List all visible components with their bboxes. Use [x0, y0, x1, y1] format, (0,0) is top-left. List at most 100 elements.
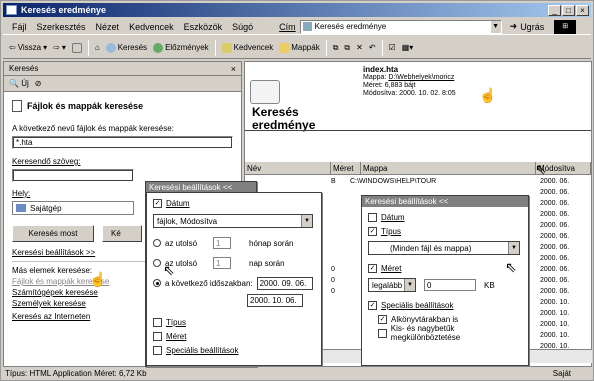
new-search-button[interactable]: 🔍 Új	[9, 79, 29, 88]
last-months-radio[interactable]	[153, 239, 161, 247]
advanced-checkbox[interactable]	[153, 345, 162, 355]
advanced-checkbox-2[interactable]: ✓	[368, 300, 377, 310]
banner-divider	[245, 130, 591, 131]
advanced-checkbox-row[interactable]: Speciális beállítások	[153, 343, 315, 357]
case-row[interactable]: Kis- és nagybetűk megkülönböztetése	[368, 324, 522, 342]
toolbar-separator	[87, 39, 89, 56]
history-label: Előzmények	[165, 43, 209, 52]
last-label-1: az utolsó	[165, 238, 198, 248]
menu-edit[interactable]: Szerkesztés	[37, 22, 86, 32]
type-checkbox-row-2[interactable]: ✓ Típus	[368, 224, 522, 238]
undo-button[interactable]: ↶	[369, 43, 376, 52]
menu-view[interactable]: Nézet	[96, 22, 120, 32]
cell-modified: 2000. 10.	[540, 321, 570, 328]
last-days-radio[interactable]	[153, 259, 161, 267]
text-input[interactable]	[12, 169, 134, 182]
case-checkbox[interactable]	[378, 328, 387, 338]
date-checkbox-row[interactable]: ✓ Dátum	[153, 196, 315, 210]
stop-button[interactable]: Ké	[102, 225, 142, 242]
size-checkbox-2[interactable]: ✓	[368, 263, 377, 273]
forward-arrow-icon: ⇨	[53, 43, 60, 52]
address-bar[interactable]: Keresés eredménye ▼	[299, 19, 502, 34]
cell-modified: 2000. 06.	[540, 255, 570, 262]
date-range-radio[interactable]	[153, 279, 161, 287]
months-unit: hónap során	[249, 238, 294, 248]
explorer-window: Keresés eredménye _ □ × Fájl Szerkesztés…	[0, 0, 594, 381]
size-mode-select[interactable]: legalább ▼	[368, 278, 416, 292]
cell-size: 0	[331, 277, 335, 284]
home-button[interactable]: ⌂	[95, 43, 100, 52]
size-checkbox[interactable]	[153, 331, 162, 341]
date-type-select[interactable]: fájlok, Módosítva ▼	[153, 214, 313, 228]
close-button[interactable]: ×	[576, 4, 589, 16]
date-checkbox[interactable]: ✓	[153, 198, 162, 208]
maximize-button[interactable]: □	[562, 4, 575, 16]
menu-tools[interactable]: Eszközök	[184, 22, 223, 32]
menu-help[interactable]: Súgó	[232, 22, 253, 32]
col-size[interactable]: Méret	[331, 162, 361, 174]
back-label: Vissza	[17, 43, 42, 52]
views-button[interactable]: ▦▾	[402, 43, 414, 52]
hand-cursor-icon: ☝	[479, 87, 497, 103]
subfolders-checkbox[interactable]: ✓	[378, 314, 387, 324]
menu-file[interactable]: Fájl	[12, 22, 27, 32]
search-app-icon	[6, 5, 17, 15]
search-options-title-2[interactable]: Keresési beállítások <<	[362, 196, 528, 207]
views-icon: ▦▾	[401, 43, 414, 52]
properties-button[interactable]: ☑	[389, 43, 396, 52]
search-title: Fájlok és mappák keresése	[12, 100, 233, 112]
date-from-input[interactable]: 2000. 09. 06.	[256, 276, 313, 290]
size-checkbox-row[interactable]: Méret	[153, 329, 315, 343]
title-bar[interactable]: Keresés eredménye _ □ ×	[3, 3, 591, 17]
days-unit: nap során	[249, 258, 285, 268]
menu-bar: Fájl Szerkesztés Nézet Kedvencek Eszközö…	[3, 19, 591, 35]
close-pane-icon[interactable]: ×	[231, 64, 236, 74]
search-label: Keresés	[117, 43, 148, 52]
name-input[interactable]: *.hta	[12, 136, 233, 149]
go-button[interactable]: ➜ Ugrás	[510, 21, 545, 32]
date-to-input[interactable]: 2000. 10. 06.	[247, 294, 303, 307]
subfolders-label: Alkönyvtárakban is	[391, 314, 459, 324]
col-folder[interactable]: Mappa	[361, 162, 536, 174]
copy-to-icon: ⧉	[344, 42, 351, 52]
back-button[interactable]: ⇦ Vissza ▾	[9, 43, 47, 52]
size-unit: KB	[484, 280, 495, 290]
cell-modified: 2000. 06.	[540, 211, 570, 218]
date-checkbox-row-2[interactable]: Dátum	[368, 210, 522, 224]
size-spinner[interactable]: 0	[424, 279, 476, 291]
place-select[interactable]: Sajátgép	[12, 201, 134, 215]
size-checkbox-row-2[interactable]: ✓ Méret	[368, 261, 522, 275]
address-dropdown-icon[interactable]: ▼	[489, 20, 501, 33]
move-to-button[interactable]: ⧉	[333, 43, 339, 53]
type-select-value: (Minden fájl és mappa)	[390, 243, 472, 253]
cell-modified: 2000. 10.	[540, 310, 570, 317]
windows-logo-icon: ⊞	[554, 19, 577, 34]
date-checkbox-2[interactable]	[368, 212, 377, 222]
search-options-icon[interactable]: ⊘	[35, 79, 42, 88]
copy-to-button[interactable]: ⧉	[344, 43, 350, 53]
advanced-checkbox-row-2[interactable]: ✓ Speciális beállítások	[368, 298, 522, 312]
search-now-button[interactable]: Keresés most	[12, 225, 94, 242]
search-button[interactable]: Keresés	[105, 42, 148, 53]
col-name[interactable]: Név	[245, 162, 331, 174]
months-spinner[interactable]: 1	[213, 237, 231, 249]
toolbar: ⇦ Vissza ▾ ⇨ ▾ ⌂ Keresés Előzmények Kedv…	[3, 37, 591, 59]
cell-modified: 2000. 06.	[540, 233, 570, 240]
favorites-button[interactable]: Kedvencek	[221, 42, 273, 53]
delete-button[interactable]: ✕	[356, 43, 363, 52]
minimize-button[interactable]: _	[548, 4, 561, 16]
history-button[interactable]: Előzmények	[153, 42, 209, 53]
up-folder-button[interactable]	[71, 42, 82, 53]
back-dropdown-icon: ▾	[43, 43, 48, 52]
menu-favorites[interactable]: Kedvencek	[129, 22, 174, 32]
home-icon: ⌂	[94, 43, 100, 52]
type-checkbox-2[interactable]: ✓	[368, 226, 377, 236]
cell-modified: 2000. 06.	[540, 200, 570, 207]
type-checkbox-row[interactable]: Típus	[153, 315, 315, 329]
folder-path-link[interactable]: D:\Webhelyek\moricz	[388, 74, 454, 81]
type-checkbox[interactable]	[153, 317, 162, 327]
days-spinner[interactable]: 1	[213, 257, 231, 269]
forward-button[interactable]: ⇨ ▾	[53, 43, 66, 52]
type-select[interactable]: (Minden fájl és mappa) ▼	[368, 241, 520, 255]
folders-button[interactable]: Mappák	[279, 42, 320, 53]
